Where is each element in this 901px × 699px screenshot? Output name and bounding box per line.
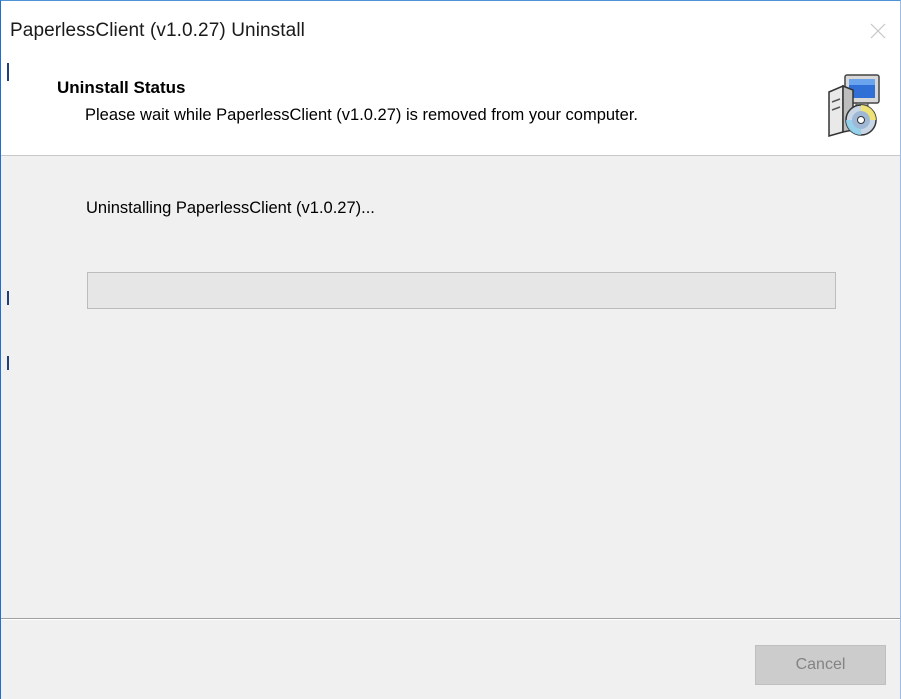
- cancel-button[interactable]: Cancel: [755, 645, 886, 685]
- progress-bar: [87, 272, 836, 309]
- background-window-edge: [7, 63, 9, 81]
- uninstall-window: PaperlessClient (v1.0.27) Uninstall Unin…: [0, 0, 901, 699]
- header-title: Uninstall Status: [57, 78, 186, 97]
- status-text: Uninstalling PaperlessClient (v1.0.27)..…: [86, 199, 375, 217]
- close-button[interactable]: [855, 1, 900, 61]
- content-area: Uninstalling PaperlessClient (v1.0.27)..…: [1, 156, 900, 618]
- window-title: PaperlessClient (v1.0.27) Uninstall: [10, 20, 305, 41]
- background-window-edge: [7, 356, 9, 370]
- header-subtitle: Please wait while PaperlessClient (v1.0.…: [85, 106, 638, 124]
- installer-computer-cd-icon: [828, 74, 880, 137]
- header-panel: Uninstall Status Please wait while Paper…: [1, 61, 900, 156]
- close-icon: [870, 23, 886, 39]
- background-window-edge: [7, 291, 9, 305]
- footer-divider: [1, 618, 900, 619]
- title-bar[interactable]: PaperlessClient (v1.0.27) Uninstall: [1, 1, 900, 61]
